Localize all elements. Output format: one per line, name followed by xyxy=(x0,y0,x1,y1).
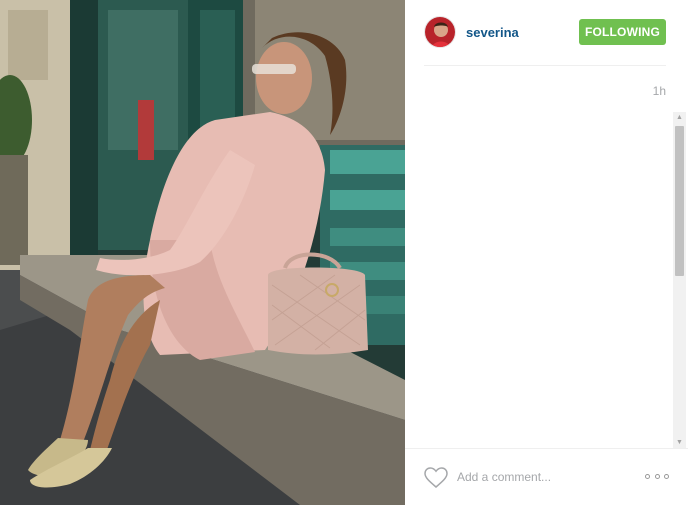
post-timestamp: 1h xyxy=(652,84,666,98)
post-photo xyxy=(0,0,405,505)
chevron-up-icon[interactable]: ▲ xyxy=(673,112,686,123)
post-details-panel: severina FOLLOWING 1h ▲ ▼ xyxy=(405,0,688,505)
more-dot xyxy=(654,473,660,479)
avatar[interactable] xyxy=(424,16,456,48)
heart-outline-icon[interactable] xyxy=(424,467,448,488)
photo-image xyxy=(0,0,405,505)
header-divider xyxy=(424,65,666,66)
comments-scrollbar[interactable]: ▲ ▼ xyxy=(673,112,686,448)
post-header: severina FOLLOWING xyxy=(405,0,688,66)
comment-input[interactable] xyxy=(457,468,627,486)
scrollbar-thumb[interactable] xyxy=(675,126,684,276)
avatar-image xyxy=(425,17,455,47)
more-options-icon[interactable] xyxy=(645,469,669,483)
following-button[interactable]: FOLLOWING xyxy=(579,19,666,45)
comment-bar xyxy=(405,448,688,505)
more-dot xyxy=(664,473,669,479)
username-link[interactable]: severina xyxy=(466,25,519,40)
chevron-down-icon[interactable]: ▼ xyxy=(673,437,686,448)
more-dot xyxy=(645,473,650,479)
